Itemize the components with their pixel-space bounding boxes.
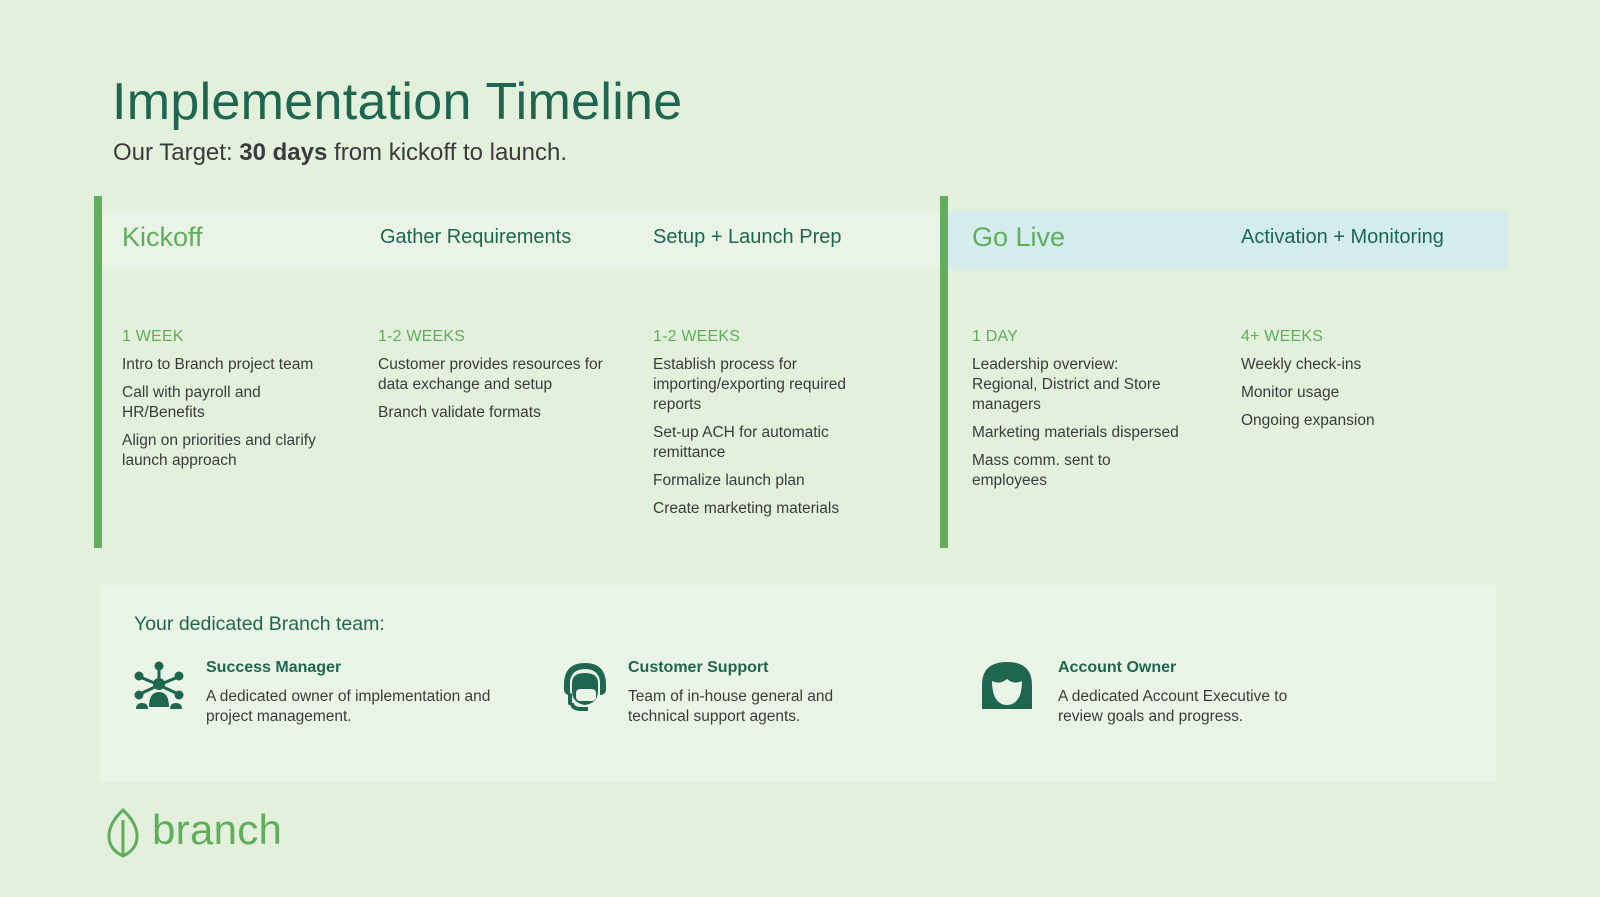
task-item: Establish process for importing/exportin…: [653, 356, 846, 413]
member-role: Account Owner: [1058, 659, 1177, 676]
task-item: Customer provides resources for data exc…: [378, 356, 603, 393]
task-item: Intro to Branch project team: [122, 356, 314, 373]
task-list: Intro to Branch project team Call with p…: [122, 355, 352, 479]
phase-name: Go Live: [972, 222, 1066, 252]
phase-activation-monitoring: Activation + Monitoring 4+ WEEKS Weekly …: [1241, 196, 1491, 548]
phase-duration: 1 WEEK: [122, 328, 184, 345]
task-item: Create marketing materials: [653, 500, 840, 517]
task-item: Formalize launch plan: [653, 472, 805, 489]
team-section: Your dedicated Branch team: Success Mana…: [100, 585, 1496, 782]
phase-name: Kickoff: [122, 222, 203, 252]
phase-name: Activation + Monitoring: [1241, 226, 1444, 248]
member-role: Success Manager: [206, 659, 342, 676]
leaf-icon: [107, 808, 139, 858]
phase-gather-requirements: Gather Requirements 1-2 WEEKS Customer p…: [378, 196, 638, 548]
task-list: Weekly check-ins Monitor usage Ongoing e…: [1241, 355, 1471, 439]
phase-kickoff: Kickoff 1 WEEK Intro to Branch project t…: [122, 196, 372, 548]
timeline-group-preparation: Kickoff 1 WEEK Intro to Branch project t…: [94, 196, 946, 548]
headset-agent-icon: [564, 663, 606, 711]
member-description: A dedicated owner of implementation and …: [206, 688, 491, 725]
task-item: Marketing materials dispersed: [972, 424, 1179, 441]
task-list: Establish process for importing/exportin…: [653, 355, 883, 527]
phase-duration: 1 DAY: [972, 328, 1019, 345]
task-item: Monitor usage: [1241, 384, 1340, 401]
task-list: Customer provides resources for data exc…: [378, 355, 618, 431]
task-item: Align on priorities and clarify launch a…: [122, 432, 316, 469]
task-item: Set-up ACH for automatic remittance: [653, 424, 829, 461]
member-description: A dedicated Account Executive to review …: [1058, 688, 1288, 725]
phase-name: Gather Requirements: [380, 226, 572, 248]
timeline-group-launch: Go Live 1 DAY Leadership overview: Regio…: [940, 196, 1508, 548]
task-item: Mass comm. sent to employees: [972, 452, 1111, 489]
member-description: Team of in-house general and technical s…: [628, 688, 834, 725]
page-subtitle: Our Target: 30 days from kickoff to laun…: [113, 139, 567, 167]
subtitle-target: 30 days: [239, 139, 328, 166]
phase-setup-launch-prep: Setup + Launch Prep 1-2 WEEKS Establish …: [653, 196, 923, 548]
network-people-icon: [134, 661, 184, 709]
subtitle-suffix: from kickoff to launch.: [327, 139, 568, 166]
logo-wordmark: branch: [152, 806, 283, 853]
task-item: Weekly check-ins: [1241, 356, 1362, 373]
page-title: Implementation Timeline: [112, 73, 683, 131]
task-item: Leadership overview: Regional, District …: [972, 356, 1161, 413]
person-avatar-icon: [982, 662, 1032, 709]
phase-name: Setup + Launch Prep: [653, 226, 842, 248]
phase-duration: 1-2 WEEKS: [378, 328, 466, 345]
task-item: Ongoing expansion: [1241, 412, 1375, 429]
phase-duration: 4+ WEEKS: [1241, 328, 1324, 345]
team-title: Your dedicated Branch team:: [134, 613, 385, 635]
member-role: Customer Support: [628, 659, 769, 676]
subtitle-prefix: Our Target:: [113, 139, 240, 166]
task-item: Call with payroll and HR/Benefits: [122, 384, 261, 421]
task-list: Leadership overview: Regional, District …: [972, 355, 1207, 499]
phase-go-live: Go Live 1 DAY Leadership overview: Regio…: [972, 196, 1212, 548]
phase-duration: 1-2 WEEKS: [653, 328, 741, 345]
task-item: Branch validate formats: [378, 404, 541, 421]
